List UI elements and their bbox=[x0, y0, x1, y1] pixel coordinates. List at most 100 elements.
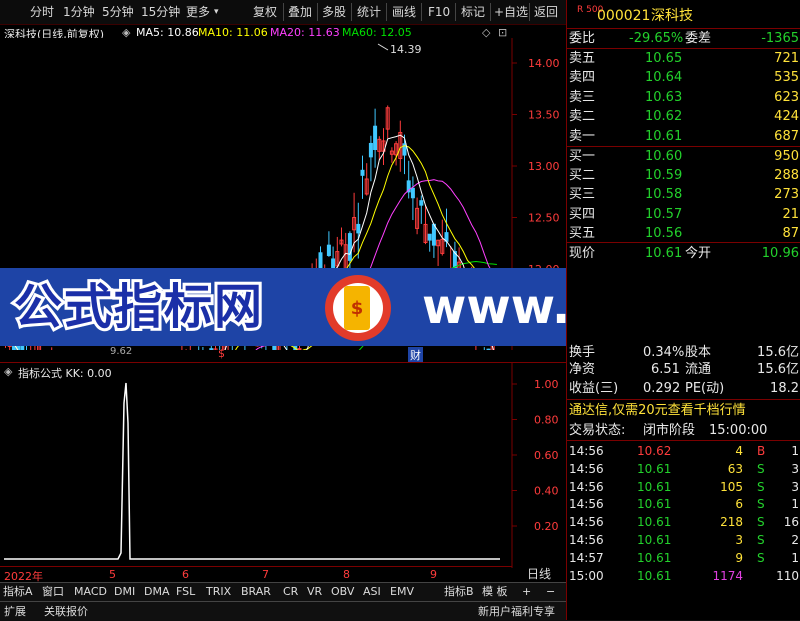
ask-volume: 424 bbox=[774, 109, 799, 125]
dividend-marker[interactable]: $ bbox=[218, 347, 225, 360]
banner-logo-icon: $ bbox=[325, 275, 391, 341]
tab-fsl[interactable]: FSL bbox=[176, 584, 195, 600]
pe-value: 18.2 bbox=[770, 381, 799, 396]
quote-row[interactable]: 卖五 10.65 721 bbox=[567, 49, 800, 69]
candle-body bbox=[419, 200, 424, 206]
tab-asi[interactable]: ASI bbox=[363, 584, 381, 600]
ask-price: 10.63 bbox=[645, 89, 683, 105]
quote-row[interactable]: 卖四 10.64 535 bbox=[567, 68, 800, 88]
banner-title-shadow: 公式指标网 公式指标网 bbox=[11, 274, 304, 340]
bid-price: 10.57 bbox=[645, 206, 683, 222]
indicator-tick: 0.60 bbox=[534, 449, 559, 462]
quote-row[interactable]: 买四 10.57 21 bbox=[567, 205, 800, 225]
diejia-button[interactable]: 叠加 bbox=[288, 4, 312, 20]
candle-body bbox=[368, 142, 373, 158]
ask-price: 10.65 bbox=[645, 51, 683, 66]
toolbar-divider bbox=[421, 3, 422, 21]
candle-body bbox=[326, 244, 331, 256]
finance-marker[interactable]: 财 bbox=[408, 347, 423, 363]
tab-emv[interactable]: EMV bbox=[390, 584, 414, 600]
price-tick: 14.00 bbox=[528, 57, 560, 70]
indicator-chart[interactable]: 1.00 0.80 0.60 0.40 0.20 bbox=[0, 363, 566, 568]
tab-expand[interactable]: 扩展 bbox=[4, 604, 26, 620]
tab-macd[interactable]: MACD bbox=[74, 584, 107, 600]
f10-button[interactable]: F10 bbox=[428, 4, 450, 20]
bid-volume: 87 bbox=[782, 225, 799, 241]
tab-dma[interactable]: DMA bbox=[144, 584, 170, 600]
tab-trix[interactable]: TRIX bbox=[206, 584, 231, 600]
tab-15min[interactable]: 15分钟 bbox=[141, 4, 180, 20]
axis-month: 5 bbox=[109, 568, 116, 581]
logo-glyph: $ bbox=[351, 298, 364, 319]
xianjia-value: 10.61 bbox=[645, 246, 683, 261]
bid-label: 买一 bbox=[569, 149, 596, 164]
axis-month: 9 bbox=[430, 568, 437, 581]
tab-obv[interactable]: OBV bbox=[331, 584, 354, 600]
huaxian-button[interactable]: 画线 bbox=[392, 4, 416, 20]
quote-row[interactable]: 卖二 10.62 424 bbox=[567, 107, 800, 127]
bid-label: 买四 bbox=[569, 206, 596, 222]
xianjia-label: 现价 bbox=[569, 246, 596, 261]
quote-row[interactable]: 买三 10.58 273 bbox=[567, 185, 800, 205]
quote-row[interactable]: 买一 10.60 950 bbox=[567, 147, 800, 167]
remove-tab-button[interactable]: − bbox=[546, 584, 555, 600]
fuquan-button[interactable]: 复权 bbox=[253, 4, 277, 20]
bid-label: 买五 bbox=[569, 225, 596, 241]
tab-indicator-a[interactable]: 指标A bbox=[3, 584, 33, 600]
candle-body bbox=[209, 348, 214, 350]
add-tab-button[interactable]: + bbox=[522, 584, 531, 600]
promo-link[interactable]: 通达信,仅需20元查看千档行情 bbox=[569, 401, 746, 421]
indicator-tick: 0.40 bbox=[534, 485, 559, 498]
tab-1min[interactable]: 1分钟 bbox=[63, 4, 95, 20]
weicha-label: 委差 bbox=[685, 31, 712, 46]
toolbar-divider bbox=[386, 3, 387, 21]
tab-brar[interactable]: BRAR bbox=[241, 584, 271, 600]
quote-row[interactable]: 15:00 10.61 1174 110 bbox=[567, 566, 800, 586]
add-favorite-button[interactable]: +自选 bbox=[494, 4, 528, 20]
tab-vr[interactable]: VR bbox=[307, 584, 322, 600]
period-label[interactable]: 日线 bbox=[512, 566, 566, 582]
tab-window[interactable]: 窗口 bbox=[42, 584, 64, 600]
more-chevron-icon[interactable]: ▾ bbox=[214, 4, 219, 20]
tab-more[interactable]: 更多 bbox=[186, 4, 210, 20]
indicator-axis: 1.00 0.80 0.60 0.40 0.20 bbox=[512, 378, 559, 533]
stock-code: 000021 bbox=[597, 8, 651, 24]
candle-body bbox=[410, 187, 415, 199]
jinkai-label: 今开 bbox=[685, 246, 712, 261]
candle-body bbox=[486, 348, 491, 350]
duogu-button[interactable]: 多股 bbox=[322, 4, 346, 20]
tab-dmi[interactable]: DMI bbox=[114, 584, 135, 600]
price-tick: 12.50 bbox=[528, 212, 560, 225]
bid-label: 买二 bbox=[569, 168, 596, 184]
tab-fenshi[interactable]: 分时 bbox=[30, 4, 54, 20]
axis-month: 8 bbox=[343, 568, 350, 581]
quote-row[interactable]: 买五 10.56 87 bbox=[567, 224, 800, 244]
quote-row[interactable]: 买二 10.59 288 bbox=[567, 166, 800, 186]
axis-month: 7 bbox=[262, 568, 269, 581]
tab-cr[interactable]: CR bbox=[283, 584, 298, 600]
tab-indicator-b[interactable]: 指标B bbox=[444, 584, 474, 600]
toolbar-divider bbox=[455, 3, 456, 21]
bid-price: 10.56 bbox=[645, 225, 683, 241]
tab-related-quotes[interactable]: 关联报价 bbox=[44, 604, 88, 620]
ask-label: 卖五 bbox=[569, 51, 596, 66]
status-label: 交易状态: bbox=[569, 423, 626, 438]
price-tick: 13.00 bbox=[528, 160, 560, 173]
ask-volume: 687 bbox=[774, 128, 799, 144]
tab-template[interactable]: 模 板 bbox=[482, 584, 508, 600]
ask-label: 卖一 bbox=[569, 128, 596, 144]
tick-count: 110 bbox=[776, 568, 799, 583]
toolbar-divider bbox=[283, 3, 284, 21]
back-button[interactable]: 返回 bbox=[534, 4, 558, 20]
period-toolbar: 分时 1分钟 5分钟 15分钟 更多 ▾ 复权 叠加 多股 统计 画线 F10 … bbox=[0, 0, 566, 25]
tab-5min[interactable]: 5分钟 bbox=[102, 4, 134, 20]
quote-row[interactable]: 卖三 10.63 623 bbox=[567, 88, 800, 108]
status-value: 闭市阶段 bbox=[643, 423, 696, 438]
new-user-promo[interactable]: 新用户福利专享 bbox=[478, 604, 555, 620]
ask-price: 10.61 bbox=[645, 128, 683, 144]
biaoji-button[interactable]: 标记 bbox=[461, 4, 485, 20]
quote-panel: R 500 000021 深科技 委比 -29.65% 委差 -1365 卖五 1… bbox=[566, 0, 800, 620]
tongji-button[interactable]: 统计 bbox=[357, 4, 381, 20]
bid-volume: 950 bbox=[774, 149, 799, 164]
quote-row[interactable]: 卖一 10.61 687 bbox=[567, 127, 800, 147]
